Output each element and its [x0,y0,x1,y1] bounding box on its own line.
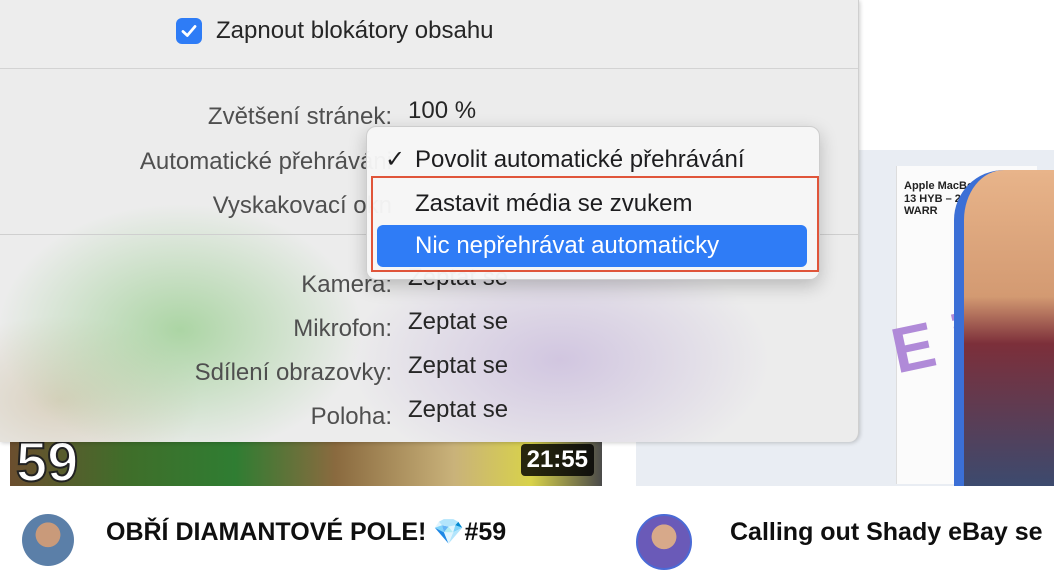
channel-avatar[interactable] [22,514,74,566]
page-zoom-label: Zvětšení stránek: [207,103,392,130]
page-zoom-value[interactable]: 100 % [408,97,476,125]
location-label: Poloha: [310,403,392,430]
checkmark-icon: ✓ [385,146,406,173]
menu-item-allow-autoplay[interactable]: ✓ Povolit automatické přehrávání [377,139,807,181]
microphone-label: Mikrofon: [293,315,392,342]
checkmark-icon [181,25,197,37]
microphone-value[interactable]: Zeptat se [408,308,508,336]
video-duration-badge: 21:55 [520,444,594,476]
menu-item-label: Povolit automatické přehrávání [415,146,745,173]
autoplay-label: Automatické přehráváni [139,148,392,175]
annotation-highlight-box [371,176,819,272]
channel-avatar[interactable] [636,514,692,570]
content-blockers-checkbox[interactable] [176,18,202,44]
location-value[interactable]: Zeptat se [408,396,508,424]
content-blockers-label[interactable]: Zapnout blokátory obsahu [216,17,494,45]
screen-sharing-value[interactable]: Zeptat se [408,352,508,380]
video-title-right[interactable]: Calling out Shady eBay se [730,520,1043,545]
video-title-left[interactable]: OBŘÍ DIAMANTOVÉ POLE! 💎#59 [106,520,506,545]
screen-sharing-label: Sdílení obrazovky: [194,359,392,386]
thumbnail-person-image [954,170,1054,486]
